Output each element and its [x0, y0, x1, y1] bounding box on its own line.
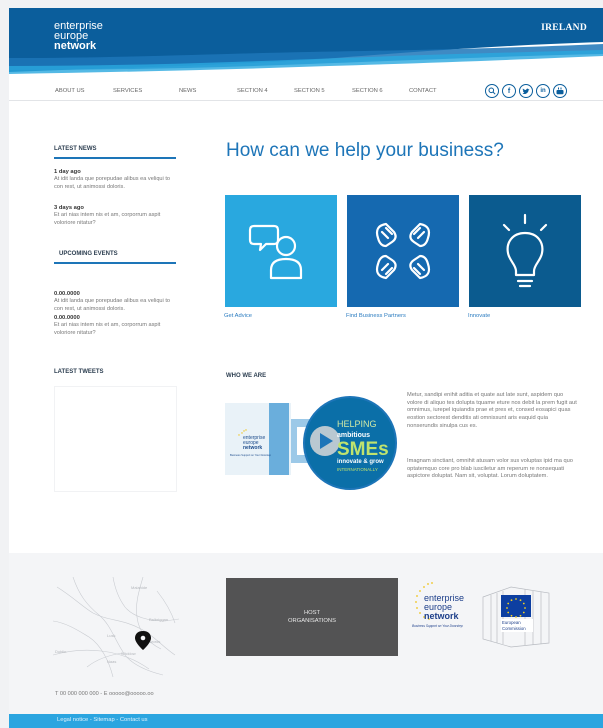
event-date: 0.00.0000 — [54, 291, 80, 297]
map-label: Naas — [107, 659, 116, 664]
een-logo[interactable]: enterprise europe network — [54, 21, 103, 52]
video-internationally: INTERNATIONALLY — [337, 467, 378, 472]
map-label: Dublin — [55, 649, 66, 654]
event-text[interactable]: At idit landa que porepudae alibus ea ve… — [54, 298, 180, 313]
news-text[interactable]: At idit landa que porepudae alibus ea ve… — [54, 176, 180, 191]
handshake-icon — [375, 222, 431, 280]
ec-logo-line-1: European — [502, 620, 521, 625]
nav-item-news[interactable]: NEWS — [179, 88, 196, 94]
tile-get-advice[interactable] — [225, 195, 337, 307]
tile-label-get-advice[interactable]: Get Advice — [224, 313, 252, 319]
who-we-are-paragraph-2: Imagnam sinctiant, omnihit atusam volor … — [407, 458, 573, 480]
news-date: 1 day ago — [54, 169, 81, 175]
news-text[interactable]: Et ari nias intem nis et am, corporrum a… — [54, 212, 180, 227]
nav-item-section-5[interactable]: SECTION 5 — [294, 88, 325, 94]
event-text[interactable]: Et ari nias intem nis et am, corporrum a… — [54, 322, 180, 337]
page-title: How can we help your business? — [226, 140, 504, 161]
host-line-2: ORGANISATIONS — [288, 618, 336, 624]
linkedin-icon[interactable]: in — [536, 84, 550, 98]
header: enterprise europe network IRELAND — [9, 8, 603, 78]
nav-item-contact[interactable]: CONTACT — [409, 88, 437, 94]
een-footer-logo-tagline: Business Support on Your Doorstep — [412, 624, 463, 628]
event-date: 0.00.0000 — [54, 315, 80, 321]
tile-label-innovate[interactable]: Innovate — [468, 313, 490, 319]
video-player[interactable]: enterprise europe network Business Suppo… — [225, 393, 405, 493]
nav-item-section-4[interactable]: SECTION 4 — [237, 88, 268, 94]
latest-tweets-heading: LATEST TWEETS — [54, 369, 104, 375]
news-date: 3 days ago — [54, 205, 84, 211]
een-footer-logo-line-3: network — [424, 611, 460, 621]
map-label: Lusk — [107, 633, 115, 638]
nav-item-about-us[interactable]: ABOUT US — [55, 88, 85, 94]
logo-line-3: network — [54, 40, 97, 52]
twitter-icon[interactable] — [519, 84, 533, 98]
host-line-1: HOST — [303, 610, 321, 616]
tweets-feed[interactable] — [54, 386, 177, 492]
chat-person-icon — [248, 224, 303, 280]
host-organisations[interactable]: HOST ORGANISATIONS — [226, 578, 398, 656]
legal-bar: Legal notice - Sitemap - Contact us — [9, 714, 603, 728]
tile-innovate[interactable] — [469, 195, 581, 307]
country-label: IRELAND — [541, 23, 587, 33]
map-label: Malahide — [131, 585, 148, 590]
latest-news-heading: LATEST NEWS — [54, 146, 176, 159]
legal-links[interactable]: Legal notice - Sitemap - Contact us — [57, 717, 148, 723]
tile-find-business-partners[interactable] — [347, 195, 459, 307]
video-logo-tagline: Business Support on Your Doorstep — [230, 453, 272, 457]
youtube-icon[interactable] — [553, 84, 567, 98]
map-label: Wicklow — [121, 651, 136, 656]
footer: Malahide Balbriggan Lusk Swords Dublin W… — [9, 553, 603, 714]
nav-item-services[interactable]: SERVICES — [113, 88, 142, 94]
lightbulb-icon — [502, 213, 548, 288]
nav-divider — [9, 100, 603, 101]
een-footer-logo[interactable]: enterprise europe network Business Suppo… — [406, 579, 472, 649]
who-we-are-paragraph-1: Metur, sandipi enihit aditia et quate au… — [407, 392, 577, 429]
map-label: Balbriggan — [149, 617, 168, 622]
contact-info: T 00 000 000 000 - E ooooo@ooooo.oo — [55, 691, 154, 697]
video-smes: SMEs — [337, 439, 389, 460]
european-commission-logo[interactable]: European Commission — [481, 583, 551, 653]
video-thumbnail: enterprise europe network Business Suppo… — [225, 393, 405, 493]
tile-label-find-business-partners[interactable]: Find Business Partners — [346, 313, 406, 319]
video-logo-line-3: network — [243, 445, 262, 451]
page: enterprise europe network IRELAND ABOUT … — [9, 8, 603, 728]
who-we-are-heading: WHO WE ARE — [226, 373, 267, 379]
video-ambitious: ambitious — [337, 432, 370, 439]
upcoming-events-heading: UPCOMING EVENTS — [54, 251, 176, 264]
video-innovate-grow: innovate & grow — [337, 459, 384, 465]
video-helping: HELPING — [337, 419, 377, 429]
facebook-icon[interactable]: f — [502, 84, 516, 98]
ec-logo-line-2: Commission — [502, 626, 526, 631]
search-icon[interactable] — [485, 84, 499, 98]
map[interactable]: Malahide Balbriggan Lusk Swords Dublin W… — [52, 576, 180, 678]
nav-item-section-6[interactable]: SECTION 6 — [352, 88, 383, 94]
